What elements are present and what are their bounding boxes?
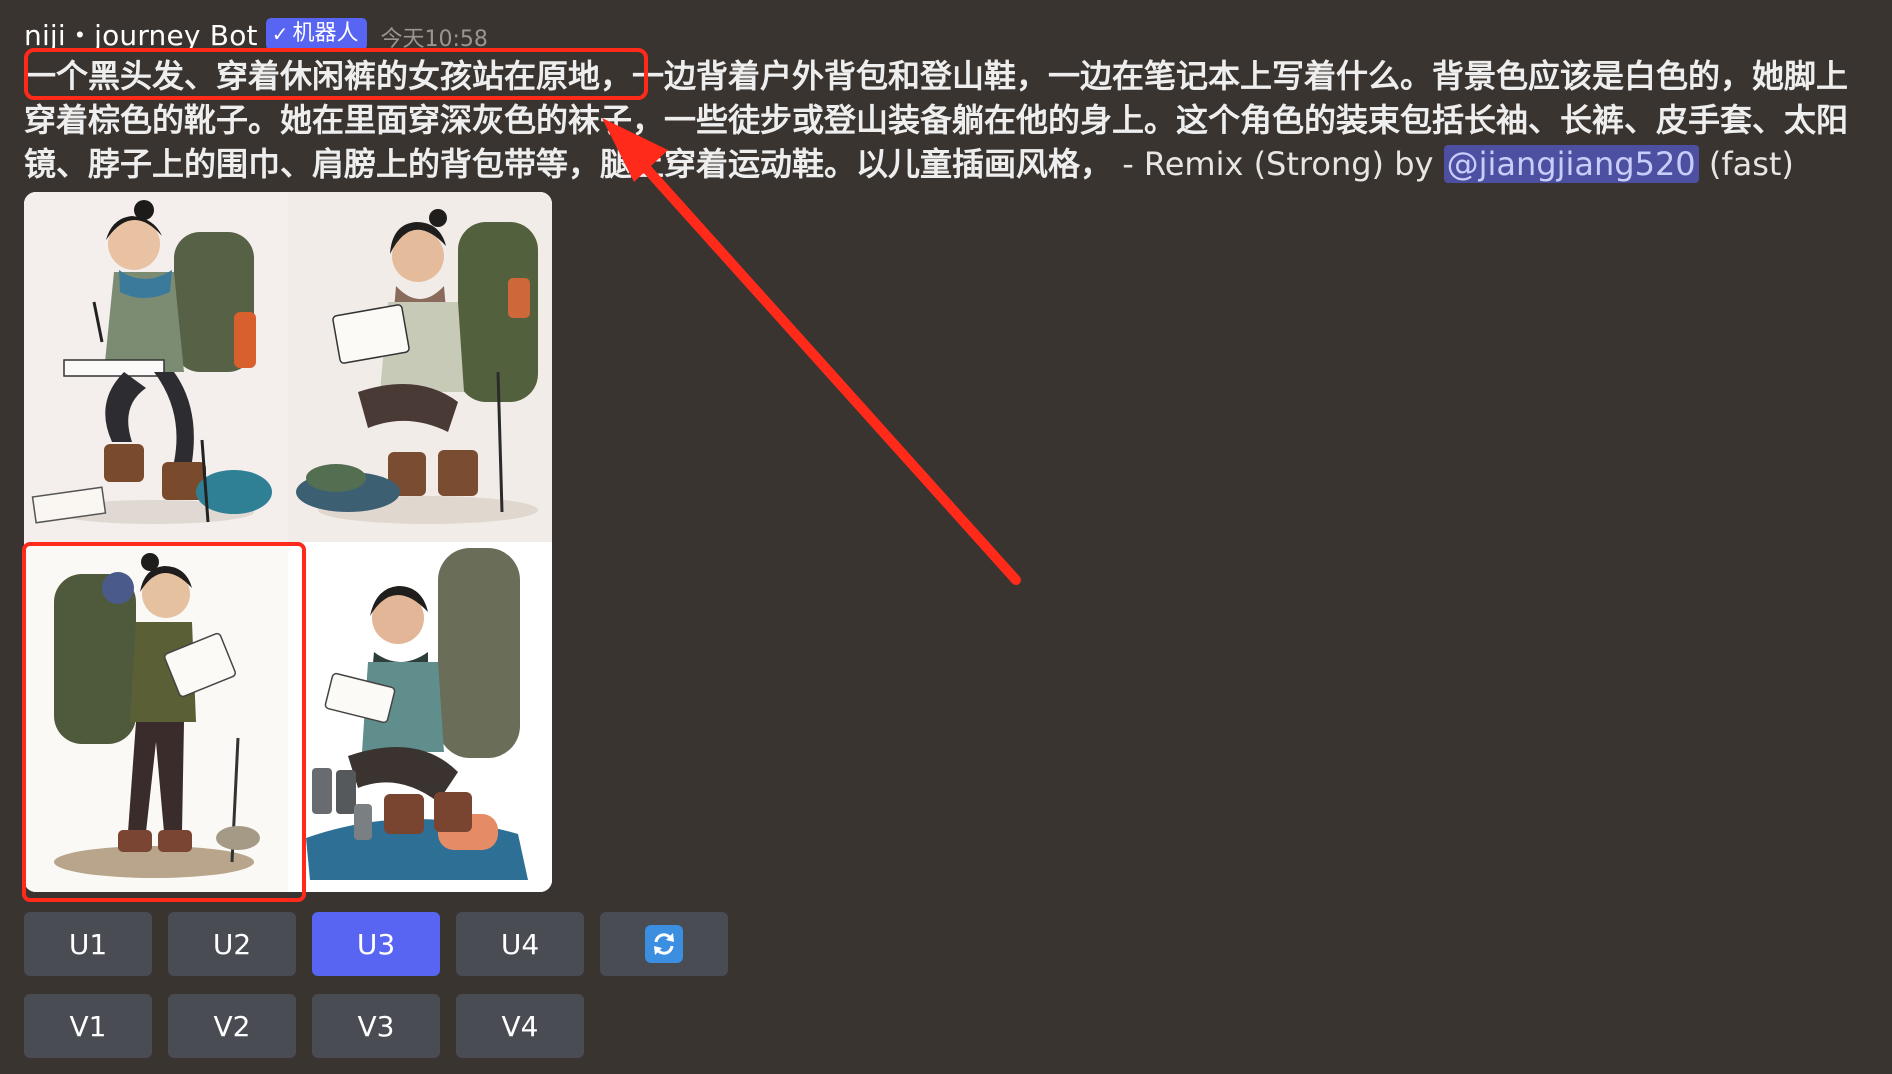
prompt-highlight-box: [24, 48, 648, 100]
remix-suffix: - Remix (Strong) by: [1112, 145, 1444, 183]
bot-badge: ✓ 机器人: [265, 18, 367, 50]
u3-button[interactable]: U3: [312, 912, 440, 976]
girl-illustration: [24, 192, 288, 542]
girl-illustration: [288, 542, 552, 892]
u1-button[interactable]: U1: [24, 912, 152, 976]
selected-tile-highlight-box: [22, 542, 306, 902]
v2-button[interactable]: V2: [168, 994, 296, 1058]
image-tile-4[interactable]: [288, 542, 552, 892]
check-icon: ✓: [271, 22, 289, 46]
u4-button[interactable]: U4: [456, 912, 584, 976]
speed-label: (fast): [1698, 145, 1794, 183]
image-tile-1[interactable]: [24, 192, 288, 542]
v4-button[interactable]: V4: [456, 994, 584, 1058]
variation-button-row: V1 V2 V3 V4: [24, 994, 584, 1058]
image-tile-2[interactable]: [288, 192, 552, 542]
girl-illustration: [288, 192, 552, 542]
upscale-button-row: U1 U2 U3 U4: [24, 912, 728, 976]
refresh-icon: [645, 925, 683, 963]
v1-button[interactable]: V1: [24, 994, 152, 1058]
v3-button[interactable]: V3: [312, 994, 440, 1058]
u2-button[interactable]: U2: [168, 912, 296, 976]
bot-badge-label: 机器人: [292, 21, 359, 46]
reroll-button[interactable]: [600, 912, 728, 976]
user-mention[interactable]: @jiangjiang520: [1443, 145, 1699, 183]
